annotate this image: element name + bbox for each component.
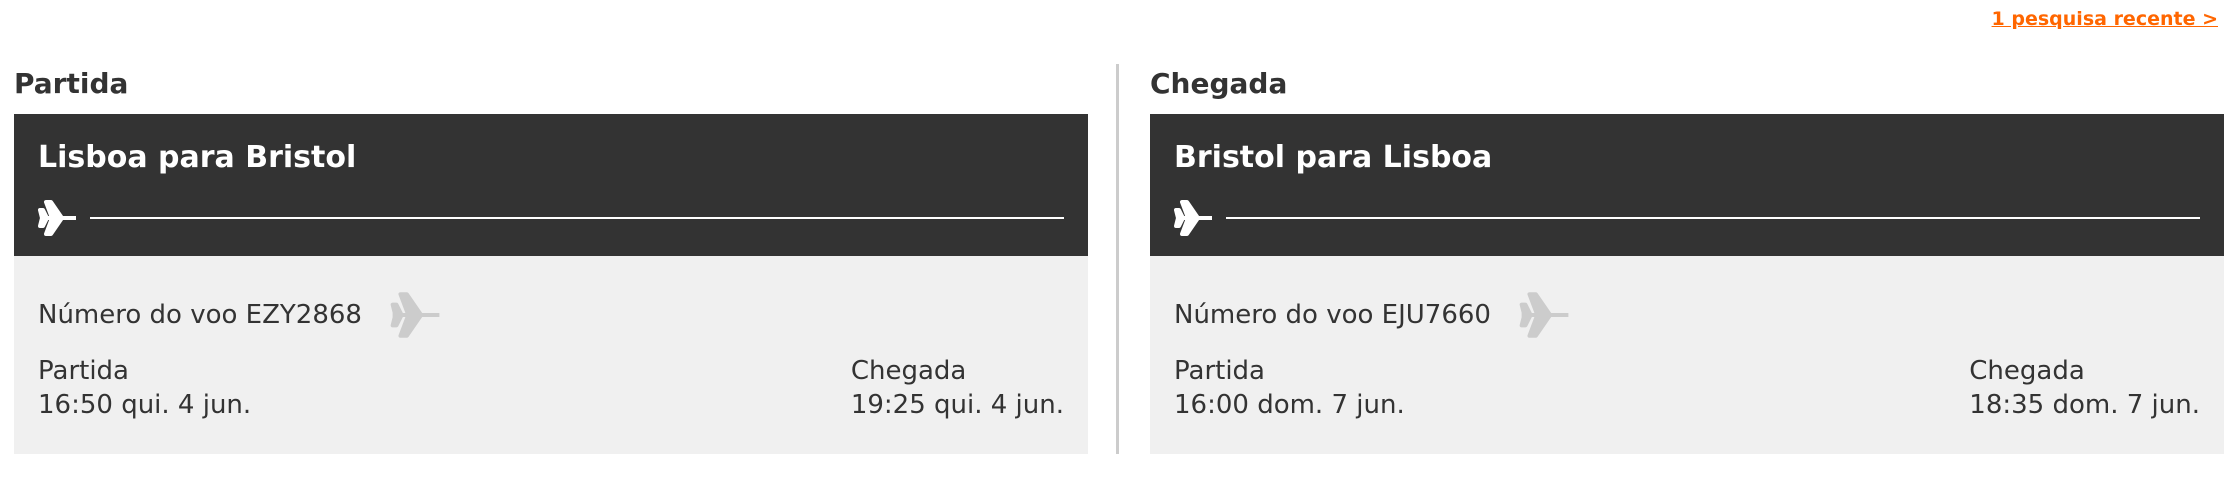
- arrival-time: 19:25 qui. 4 jun.: [850, 390, 1064, 420]
- departure-time: 16:50 qui. 4 jun.: [38, 390, 252, 420]
- outbound-section: Partida Lisboa para Bristol Número do vo…: [14, 64, 1088, 454]
- return-flight-number: Número do voo EJU7660: [1174, 300, 1491, 330]
- outbound-route-line: [38, 198, 1064, 238]
- outbound-arrival: Chegada 19:25 qui. 4 jun.: [851, 354, 1064, 422]
- airplane-icon: [390, 292, 440, 338]
- outbound-flight-card: Lisboa para Bristol Número do voo EZY286…: [14, 114, 1088, 454]
- arrival-time: 18:35 dom. 7 jun.: [1969, 390, 2200, 420]
- outbound-section-title: Partida: [14, 67, 129, 100]
- return-route-header: Bristol para Lisboa: [1150, 114, 2224, 256]
- airplane-icon: [38, 200, 76, 236]
- departure-label: Partida: [38, 356, 129, 386]
- departure-time: 16:00 dom. 7 jun.: [1174, 390, 1405, 420]
- return-route-title: Bristol para Lisboa: [1174, 140, 1493, 175]
- return-route-line: [1174, 198, 2200, 238]
- airplane-icon: [1174, 200, 1212, 236]
- airplane-icon: [1519, 292, 1569, 338]
- return-section-title: Chegada: [1150, 67, 1288, 100]
- departure-label: Partida: [1174, 356, 1265, 386]
- route-divider-line: [1226, 217, 2200, 219]
- outbound-flight-number: Número do voo EZY2868: [38, 300, 362, 330]
- route-divider-line: [90, 217, 1064, 219]
- arrival-label: Chegada: [1969, 356, 2085, 386]
- column-divider: [1116, 64, 1119, 454]
- return-arrival: Chegada 18:35 dom. 7 jun.: [1969, 354, 2200, 422]
- outbound-departure: Partida 16:50 qui. 4 jun.: [38, 354, 251, 422]
- arrival-label: Chegada: [850, 356, 967, 386]
- return-flight-card: Bristol para Lisboa Número do voo EJU766…: [1150, 114, 2224, 454]
- recent-searches-link[interactable]: 1 pesquisa recente >: [1992, 8, 2218, 30]
- outbound-route-title: Lisboa para Bristol: [38, 140, 357, 175]
- outbound-route-header: Lisboa para Bristol: [14, 114, 1088, 256]
- return-section: Chegada Bristol para Lisboa Número do vo…: [1150, 64, 2224, 454]
- outbound-flight-details: Número do voo EZY2868 Partida 16:50 qui.…: [14, 256, 1088, 454]
- return-departure: Partida 16:00 dom. 7 jun.: [1174, 354, 1405, 422]
- return-flight-details: Número do voo EJU7660 Partida 16:00 dom.…: [1150, 256, 2224, 454]
